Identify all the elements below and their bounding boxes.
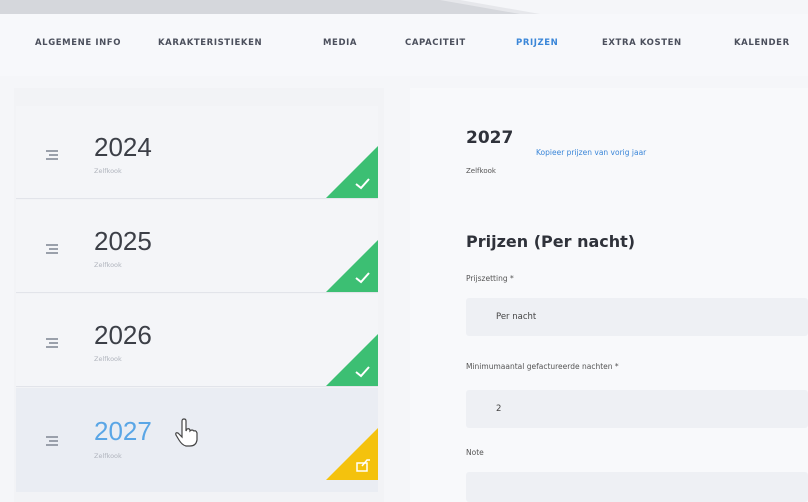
year-card-2026[interactable]: 2026 Zelfkook (16, 294, 378, 387)
tab-capaciteit[interactable]: CAPACITEIT (405, 38, 466, 48)
year-label: 2025 (94, 226, 152, 256)
drag-handle-icon[interactable] (46, 150, 58, 160)
share-icon (326, 428, 378, 480)
detail-subtitle: Zelfkook (466, 167, 496, 175)
check-icon (326, 146, 378, 198)
pricing-value: Per nacht (496, 312, 537, 322)
year-subtitle: Zelfkook (94, 261, 122, 269)
tab-prijzen[interactable]: PRIJZEN (509, 29, 565, 57)
year-subtitle: Zelfkook (94, 355, 122, 363)
year-label: 2026 (94, 320, 152, 350)
year-card-2027[interactable]: 2027 Zelfkook (16, 388, 378, 492)
tab-bar: ALGEMENE INFO KARAKTERISTIEKEN MEDIA CAP… (0, 14, 808, 76)
copy-prices-link[interactable]: Kopieer prijzen van vorig jaar (536, 148, 646, 157)
min-nights-label: Minimumaantal gefactureerde nachten * (466, 362, 619, 371)
drag-handle-icon[interactable] (46, 338, 58, 348)
section-title: Prijzen (Per nacht) (466, 232, 636, 251)
min-nights-value: 2 (496, 404, 502, 414)
drag-handle-icon[interactable] (46, 244, 58, 254)
check-icon (326, 240, 378, 292)
tab-karakteristieken[interactable]: KARAKTERISTIEKEN (158, 38, 262, 48)
hand-cursor-icon (175, 418, 198, 447)
detail-year-title: 2027 (466, 128, 514, 148)
year-card-2024[interactable]: 2024 Zelfkook (16, 106, 378, 199)
year-card-2025[interactable]: 2025 Zelfkook (16, 200, 378, 293)
header-wedge (0, 0, 540, 14)
drag-handle-icon[interactable] (46, 436, 58, 446)
price-detail-panel: 2027 Kopieer prijzen van vorig jaar Zelf… (410, 88, 808, 502)
year-subtitle: Zelfkook (94, 167, 122, 175)
year-label: 2027 (94, 416, 152, 446)
check-icon (326, 334, 378, 386)
pricing-select[interactable]: Per nacht (466, 298, 808, 336)
min-nights-input[interactable]: 2 (466, 390, 808, 428)
tab-kalender[interactable]: KALENDER (734, 38, 790, 48)
year-label: 2024 (94, 132, 152, 162)
year-subtitle: Zelfkook (94, 452, 122, 460)
tab-media[interactable]: MEDIA (323, 38, 357, 48)
pricing-label: Prijszetting * (466, 274, 514, 283)
note-label: Note (466, 448, 484, 457)
note-input[interactable] (466, 472, 808, 502)
tab-algemene-info[interactable]: ALGEMENE INFO (35, 38, 121, 48)
tab-extra-kosten[interactable]: EXTRA KOSTEN (602, 38, 682, 48)
